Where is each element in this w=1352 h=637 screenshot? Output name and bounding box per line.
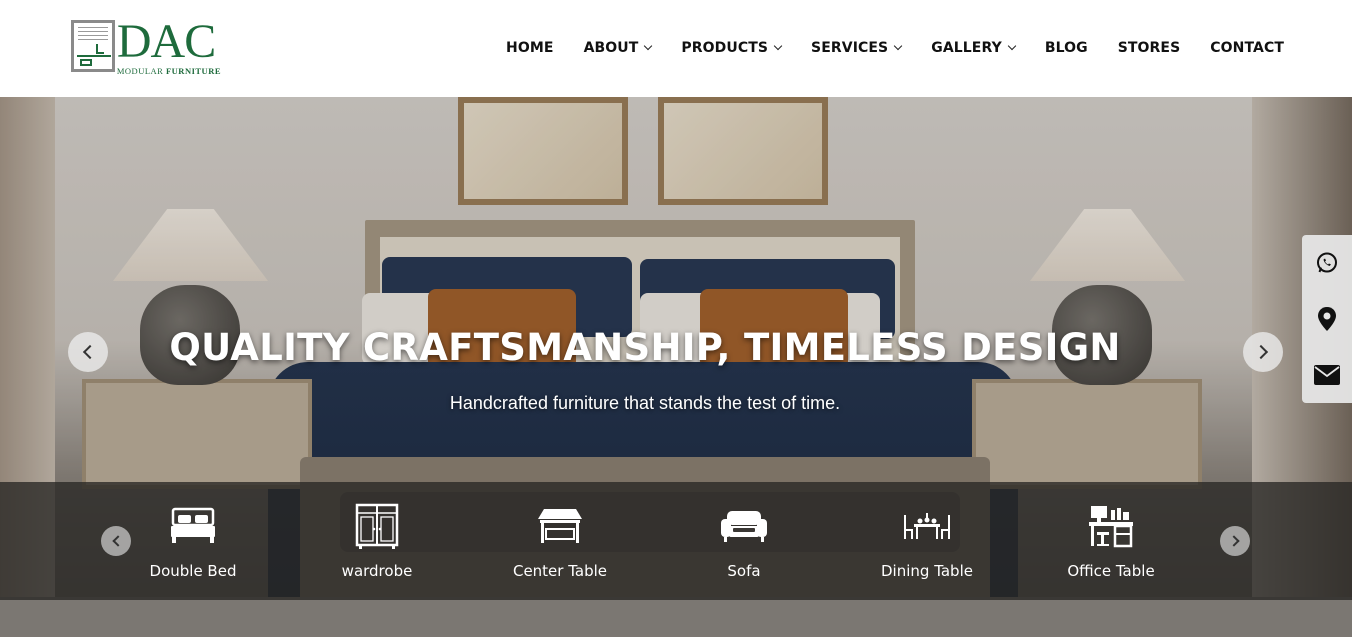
category-label: Center Table: [512, 562, 608, 580]
category-carousel: Double Bed wardrobe Center Table Sofa Di…: [0, 482, 1352, 600]
category-label: Dining Table: [881, 562, 973, 580]
category-wardrobe[interactable]: wardrobe: [302, 482, 452, 600]
location-pin-icon[interactable]: [1314, 306, 1340, 332]
hero-subtitle: Handcrafted furniture that stands the te…: [449, 393, 841, 413]
chevron-down-icon: [773, 41, 783, 51]
category-label: wardrobe: [341, 562, 413, 580]
category-sofa[interactable]: Sofa: [669, 482, 819, 600]
nav-home[interactable]: HOME: [506, 38, 554, 58]
center-table-icon: [530, 504, 590, 548]
chevron-down-icon: [644, 41, 653, 51]
category-double-bed[interactable]: Double Bed: [118, 482, 268, 600]
nav-contact[interactable]: CONTACT: [1210, 38, 1284, 58]
category-center-table[interactable]: Center Table: [485, 482, 635, 600]
chevron-down-icon: [1007, 41, 1017, 51]
office-table-icon: [1081, 504, 1141, 548]
main-nav: HOME ABOUT PRODUCTS SERVICES GALLERY BLO…: [476, 38, 1284, 58]
sofa-icon: [714, 504, 774, 548]
side-contact-bar: [1302, 235, 1352, 403]
nav-services[interactable]: SERVICES: [811, 38, 903, 58]
nav-about[interactable]: ABOUT: [584, 38, 653, 58]
chevron-right-icon: [1253, 344, 1269, 360]
wardrobe-icon: [347, 503, 407, 549]
nav-gallery[interactable]: GALLERY: [931, 38, 1017, 58]
dining-table-icon: [897, 504, 957, 548]
site-header: DAC MODULAR FURNITURE HOME ABOUT PRODUCT…: [0, 0, 1352, 97]
category-label: Double Bed: [149, 562, 237, 580]
double-bed-icon: [163, 504, 223, 548]
chevron-left-icon: [82, 344, 98, 360]
nav-blog[interactable]: BLOG: [1045, 38, 1088, 58]
logo-tagline: MODULAR FURNITURE: [116, 66, 221, 76]
category-label: Sofa: [727, 562, 761, 580]
slider-next-button[interactable]: [1243, 332, 1283, 372]
chevron-right-icon: [1227, 535, 1240, 547]
whatsapp-icon[interactable]: [1314, 250, 1340, 276]
category-next-button[interactable]: [1220, 526, 1250, 556]
email-icon[interactable]: [1314, 362, 1340, 388]
nav-products[interactable]: PRODUCTS: [681, 38, 783, 58]
logo-brand-text: DAC: [116, 15, 216, 68]
site-logo[interactable]: DAC MODULAR FURNITURE: [71, 15, 221, 76]
category-dining-table[interactable]: Dining Table: [852, 482, 1002, 600]
category-office-table[interactable]: Office Table: [1036, 482, 1186, 600]
chevron-down-icon: [893, 41, 903, 51]
hero-title: QUALITY CRAFTSMANSHIP, TIMELESS DESIGN: [169, 326, 1121, 369]
category-label: Office Table: [1067, 562, 1155, 580]
slider-prev-button[interactable]: [68, 332, 108, 372]
nav-stores[interactable]: STORES: [1118, 38, 1181, 58]
logo-mark-icon: [71, 20, 115, 72]
